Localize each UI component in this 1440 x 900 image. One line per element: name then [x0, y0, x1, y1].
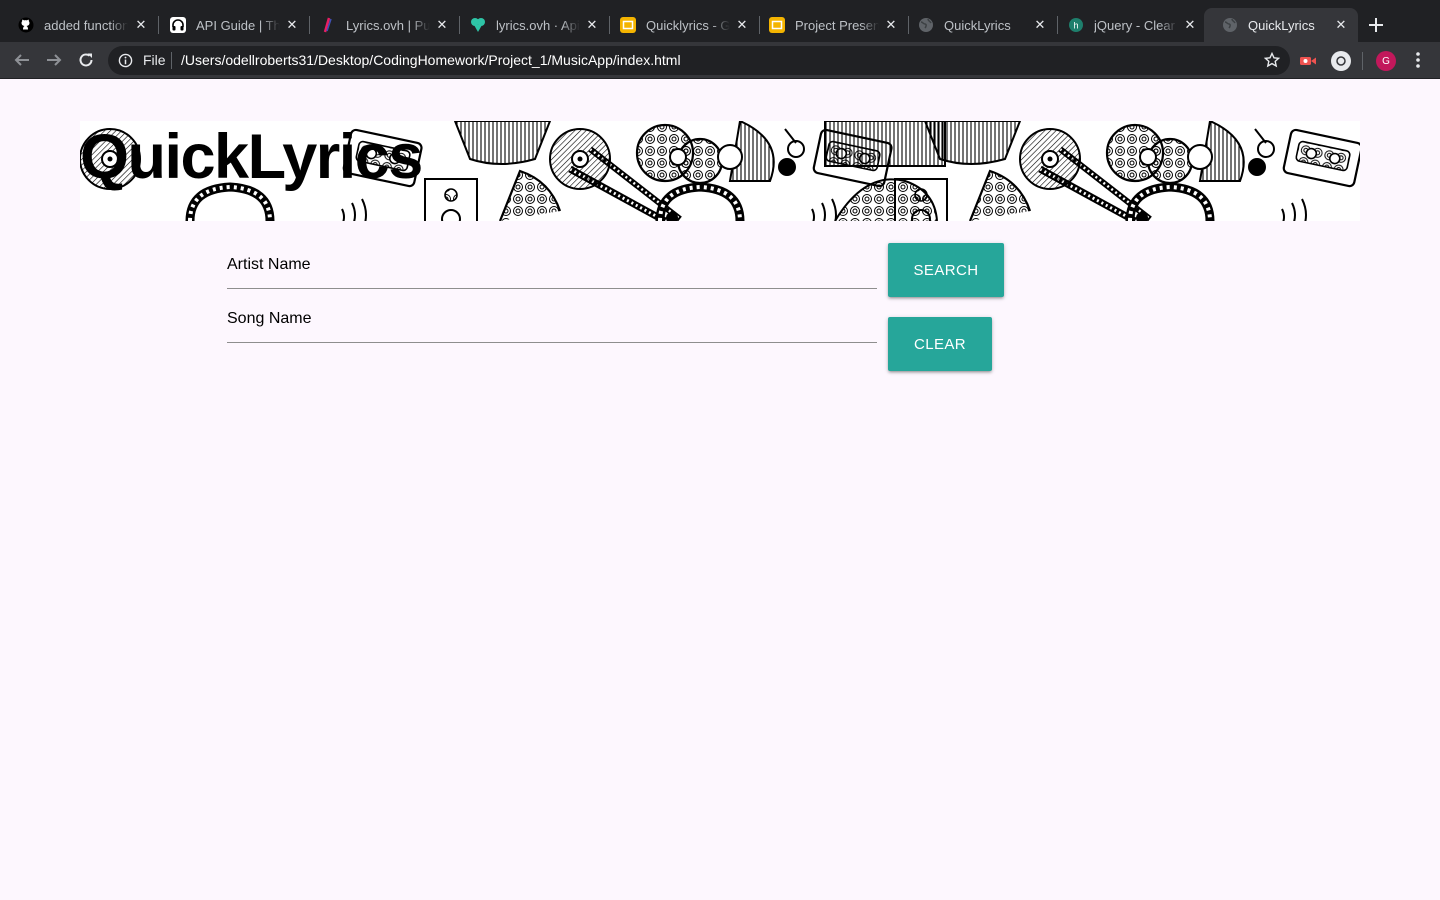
forward-button[interactable] — [42, 48, 66, 72]
page-title: QuickLyrics — [80, 122, 423, 192]
close-tab-icon[interactable]: ✕ — [734, 17, 750, 33]
close-tab-icon[interactable]: ✕ — [584, 17, 600, 33]
browser-tab-strip: added function ✕ API Guide | The ✕ Lyric… — [0, 0, 1440, 42]
browser-tab[interactable]: Lyrics.ovh | Pub ✕ — [302, 8, 460, 42]
browser-toolbar: File /Users/odellroberts31/Desktop/Codin… — [0, 42, 1440, 79]
artist-name-field[interactable] — [227, 243, 877, 289]
github-icon — [18, 17, 34, 33]
url-text[interactable]: /Users/odellroberts31/Desktop/CodingHome… — [181, 52, 681, 68]
scheme-label: File — [143, 52, 166, 68]
tab-title: jQuery - Clear A — [1094, 17, 1178, 33]
info-icon[interactable] — [118, 53, 133, 68]
slides-icon — [769, 17, 785, 33]
browser-tab[interactable]: QuickLyrics ✕ — [900, 8, 1058, 42]
artist-name-input[interactable] — [227, 243, 877, 288]
globe-icon — [1222, 17, 1238, 33]
new-tab-button[interactable] — [1364, 13, 1388, 37]
address-bar[interactable]: File /Users/odellroberts31/Desktop/Codin… — [108, 46, 1290, 75]
browser-tab[interactable]: Project Presenta ✕ — [751, 8, 909, 42]
headphones-icon — [170, 17, 186, 33]
browser-tab-active[interactable]: QuickLyrics ✕ — [1204, 8, 1358, 42]
tab-title: API Guide | The — [196, 17, 280, 33]
browser-menu-button[interactable] — [1406, 48, 1430, 72]
browser-tab[interactable]: Quicklyrics - Go ✕ — [602, 8, 760, 42]
song-name-input[interactable] — [227, 297, 877, 342]
slides-icon — [620, 17, 636, 33]
tab-title: lyrics.ovh · Apia — [496, 17, 580, 33]
search-button[interactable]: SEARCH — [888, 243, 1004, 297]
tab-title: added function — [44, 17, 128, 33]
extension-icon[interactable] — [1331, 51, 1351, 71]
plus-icon — [1369, 18, 1383, 32]
back-button[interactable] — [10, 48, 34, 72]
close-tab-icon[interactable]: ✕ — [1333, 17, 1349, 33]
address-separator — [171, 52, 172, 69]
kebab-menu-icon — [1416, 52, 1420, 68]
close-tab-icon[interactable]: ✕ — [133, 17, 149, 33]
lyrics-icon — [320, 17, 336, 33]
profile-avatar[interactable]: G — [1376, 51, 1396, 71]
close-tab-icon[interactable]: ✕ — [434, 17, 450, 33]
close-tab-icon[interactable]: ✕ — [1032, 17, 1048, 33]
toolbar-separator — [1362, 52, 1363, 70]
close-tab-icon[interactable]: ✕ — [883, 17, 899, 33]
globe-icon — [918, 17, 934, 33]
tab-title: Quicklyrics - Go — [646, 17, 730, 33]
tab-title: Lyrics.ovh | Pub — [346, 17, 430, 33]
browser-tab[interactable]: h jQuery - Clear A ✕ — [1050, 8, 1208, 42]
apiary-icon — [470, 17, 486, 33]
extension-video-icon[interactable] — [1298, 51, 1318, 71]
clear-button[interactable]: CLEAR — [888, 317, 992, 371]
close-tab-icon[interactable]: ✕ — [1182, 17, 1198, 33]
stackblitz-icon: h — [1068, 17, 1084, 33]
tab-title: Project Presenta — [795, 17, 879, 33]
profile-initial: G — [1382, 55, 1390, 67]
bookmark-star-icon[interactable] — [1264, 52, 1280, 68]
song-name-field[interactable] — [227, 297, 877, 343]
tab-title: QuickLyrics — [944, 17, 1011, 33]
back-arrow-icon — [14, 54, 29, 66]
browser-tab[interactable]: lyrics.ovh · Apia ✕ — [452, 8, 610, 42]
reload-icon — [79, 53, 93, 67]
tab-title: QuickLyrics — [1248, 17, 1315, 33]
forward-arrow-icon — [47, 54, 62, 66]
browser-tab[interactable]: added function ✕ — [0, 8, 159, 42]
browser-tab[interactable]: API Guide | The ✕ — [152, 8, 310, 42]
svg-text:h: h — [1073, 21, 1078, 31]
close-tab-icon[interactable]: ✕ — [284, 17, 300, 33]
reload-button[interactable] — [74, 48, 98, 72]
